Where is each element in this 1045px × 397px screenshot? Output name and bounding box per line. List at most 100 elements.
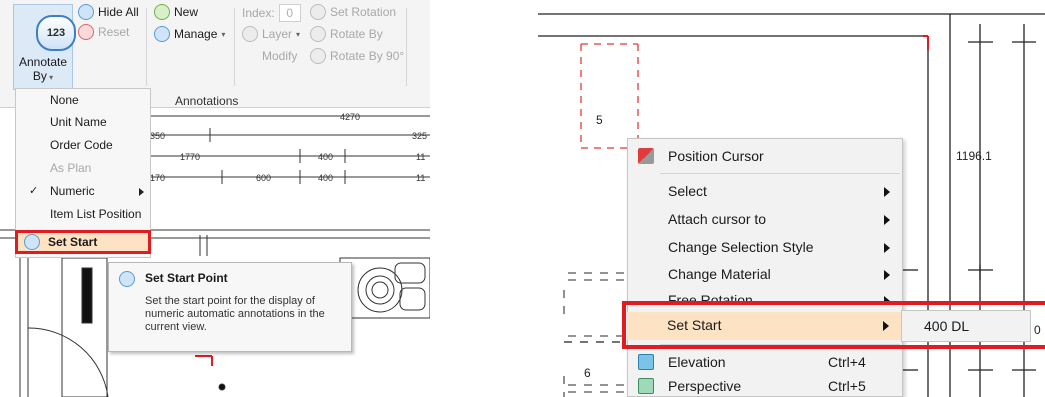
annotate-by-button[interactable]: 123 Annotate By ▾ [13, 4, 76, 90]
ctx-item-perspective[interactable]: Perspective Ctrl+5 [628, 373, 902, 397]
ctx-item-free-rotation[interactable]: Free Rotation [628, 287, 902, 301]
layer-button[interactable]: Layer ▾ [242, 26, 300, 42]
menu-item-label: Item List Position [50, 207, 142, 221]
drawing-dim-row2-c: 11 [416, 152, 425, 162]
checkmark-icon: ✓ [29, 185, 39, 197]
menu-item-set-start[interactable]: Set Start [15, 230, 151, 254]
menu-item-none[interactable]: None [16, 89, 150, 111]
menu-item-order-code[interactable]: Order Code [16, 134, 150, 156]
menu-item-label: None [50, 93, 79, 107]
drawing-dim-row2-b: 400 [318, 152, 333, 162]
modify-label: Modify [262, 49, 298, 63]
ctx-item-shortcut: Ctrl+5 [828, 378, 866, 394]
annotate-by-sublabel: By [32, 69, 47, 83]
set-start-icon [119, 271, 135, 287]
ribbon-separator [406, 8, 407, 86]
tooltip-body: Set the start point for the display of n… [145, 295, 325, 333]
submenu-arrow-icon [884, 187, 890, 197]
submenu-arrow-icon [884, 243, 890, 253]
ctx-item-label: Free Rotation [668, 292, 753, 301]
ctx-item-position-cursor[interactable]: Position Cursor [628, 143, 902, 169]
manage-button[interactable]: Manage ▾ [154, 26, 225, 42]
ctx-item-label: Elevation [668, 354, 726, 370]
ctx-item-select[interactable]: Select [628, 178, 902, 204]
ctx-item-elevation[interactable]: Elevation Ctrl+4 [628, 349, 902, 375]
drawing-dim-row3-b: 600 [256, 173, 271, 183]
menu-item-label: Order Code [50, 138, 113, 152]
index-input[interactable]: 0 [278, 4, 301, 22]
menu-divider [660, 173, 900, 174]
layer-icon [242, 26, 258, 42]
new-button[interactable]: New [154, 4, 198, 20]
new-label: New [174, 5, 199, 19]
chevron-down-icon: ▾ [296, 29, 301, 39]
tooltip-title: Set Start Point [145, 271, 228, 285]
set-start-tooltip: Set Start Point Set the start point for … [108, 262, 352, 352]
rotate-by-90-button[interactable]: Rotate By 90° [310, 48, 404, 64]
ctx-item-label: Position Cursor [668, 148, 764, 164]
drawing-dim-top: 4270 [340, 112, 360, 122]
drawing-dim-row1-a: 350 [150, 131, 165, 141]
highlight-callout [622, 301, 1045, 349]
ctx-item-label: Change Selection Style [668, 239, 814, 255]
new-annotation-icon [154, 4, 170, 20]
rotate-by-90-label: Rotate By 90° [330, 49, 405, 63]
viewport-context-menu: Position Cursor Select Attach cursor to … [627, 138, 903, 397]
set-rotation-button[interactable]: Set Rotation [310, 4, 396, 20]
ctx-item-label: Select [668, 183, 707, 199]
menu-item-item-list-position[interactable]: Item List Position [16, 203, 150, 225]
modify-button[interactable]: Modify [242, 48, 297, 64]
manage-icon [154, 26, 170, 42]
menu-item-label: Unit Name [50, 115, 107, 129]
set-rotation-label: Set Rotation [330, 5, 397, 19]
ctx-item-label: Perspective [668, 378, 742, 394]
chevron-down-icon: ▾ [46, 73, 54, 82]
annotate-numeric-icon: 123 [36, 15, 76, 51]
ctx-item-shortcut: Ctrl+4 [828, 354, 866, 370]
drawing-dim-row3-c: 400 [318, 173, 333, 183]
reset-button[interactable]: Reset [78, 24, 129, 40]
hide-all-button[interactable]: Hide All [78, 4, 139, 20]
annotations-group-label: Annotations [175, 94, 239, 108]
submenu-arrow-icon [884, 270, 890, 280]
ctx-item-change-material[interactable]: Change Material [628, 261, 902, 287]
submenu-arrow-icon [139, 188, 144, 196]
rotate-by-label: Rotate By [330, 27, 383, 41]
menu-item-label: Numeric [50, 184, 95, 198]
annotate-label: Annotate [18, 55, 68, 69]
ctx-item-label: Attach cursor to [668, 211, 767, 227]
manage-label: Manage [174, 27, 218, 41]
rotation-icon [310, 4, 326, 20]
elevation-icon [638, 354, 654, 370]
annotation-number-5: 5 [596, 113, 603, 127]
menu-item-numeric[interactable]: ✓ Numeric [16, 180, 150, 202]
index-field-group: Index: 0 [242, 4, 301, 22]
ribbon-separator [234, 8, 235, 86]
ctx-item-attach-cursor[interactable]: Attach cursor to [628, 206, 902, 232]
menu-item-as-plan[interactable]: As Plan [16, 157, 150, 179]
set-start-icon [24, 234, 40, 250]
annotation-number-6: 6 [584, 366, 591, 380]
drawing-dim-row2-a: 1770 [180, 152, 200, 162]
drawing-dim-row3-d: 11 [416, 173, 425, 183]
reset-icon [78, 24, 94, 40]
rotate-by-button[interactable]: Rotate By [310, 26, 383, 42]
rotate-icon [310, 26, 326, 42]
submenu-arrow-icon [884, 215, 890, 225]
reset-label: Reset [98, 25, 130, 39]
modify-icon [242, 48, 258, 64]
hide-all-label: Hide All [98, 5, 139, 19]
menu-item-unit-name[interactable]: Unit Name [16, 111, 150, 133]
left-screenshot-panel: 4270 350 325 1770 400 11 170 600 400 11 … [0, 0, 430, 397]
ctx-item-change-selection-style[interactable]: Change Selection Style [628, 234, 902, 260]
drawing-dim-row3-a: 170 [150, 173, 165, 183]
drawing-dim-row1-b: 325 [412, 131, 427, 141]
layer-label: Layer [262, 27, 293, 41]
set-start-label: Set Start [48, 235, 98, 249]
annotate-icon-text: 123 [46, 27, 66, 39]
hide-eye-icon [78, 4, 94, 20]
cursor-icon [638, 148, 654, 164]
perspective-icon [638, 378, 654, 394]
menu-item-label: As Plan [50, 161, 92, 175]
chevron-down-icon: ▾ [221, 29, 226, 39]
